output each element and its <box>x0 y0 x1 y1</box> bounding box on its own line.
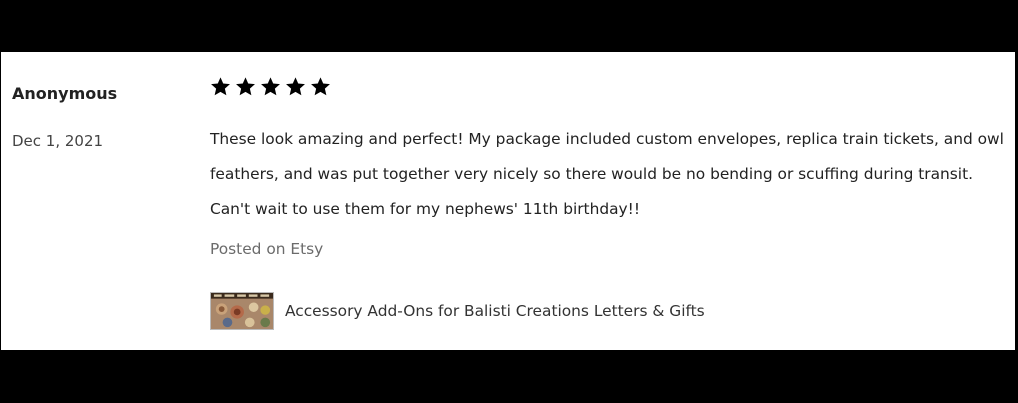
product-name: Accessory Add-Ons for Balisti Creations … <box>285 302 705 320</box>
screenshot-frame: Anonymous Dec 1, 2021 These look amazing… <box>0 0 1018 403</box>
star-icon <box>311 77 330 96</box>
product-link[interactable]: Accessory Add-Ons for Balisti Creations … <box>210 292 705 330</box>
posted-on-label: Posted on Etsy <box>210 240 324 258</box>
star-icon <box>211 77 230 96</box>
reviewer-name: Anonymous <box>12 84 118 103</box>
review-date: Dec 1, 2021 <box>12 132 104 150</box>
star-icon <box>236 77 255 96</box>
product-thumbnail-image <box>210 292 274 330</box>
star-rating <box>210 76 331 97</box>
star-icon <box>261 77 280 96</box>
review-text: These look amazing and perfect! My packa… <box>210 130 1004 218</box>
review-card: Anonymous Dec 1, 2021 These look amazing… <box>1 52 1015 350</box>
star-icon <box>286 77 305 96</box>
